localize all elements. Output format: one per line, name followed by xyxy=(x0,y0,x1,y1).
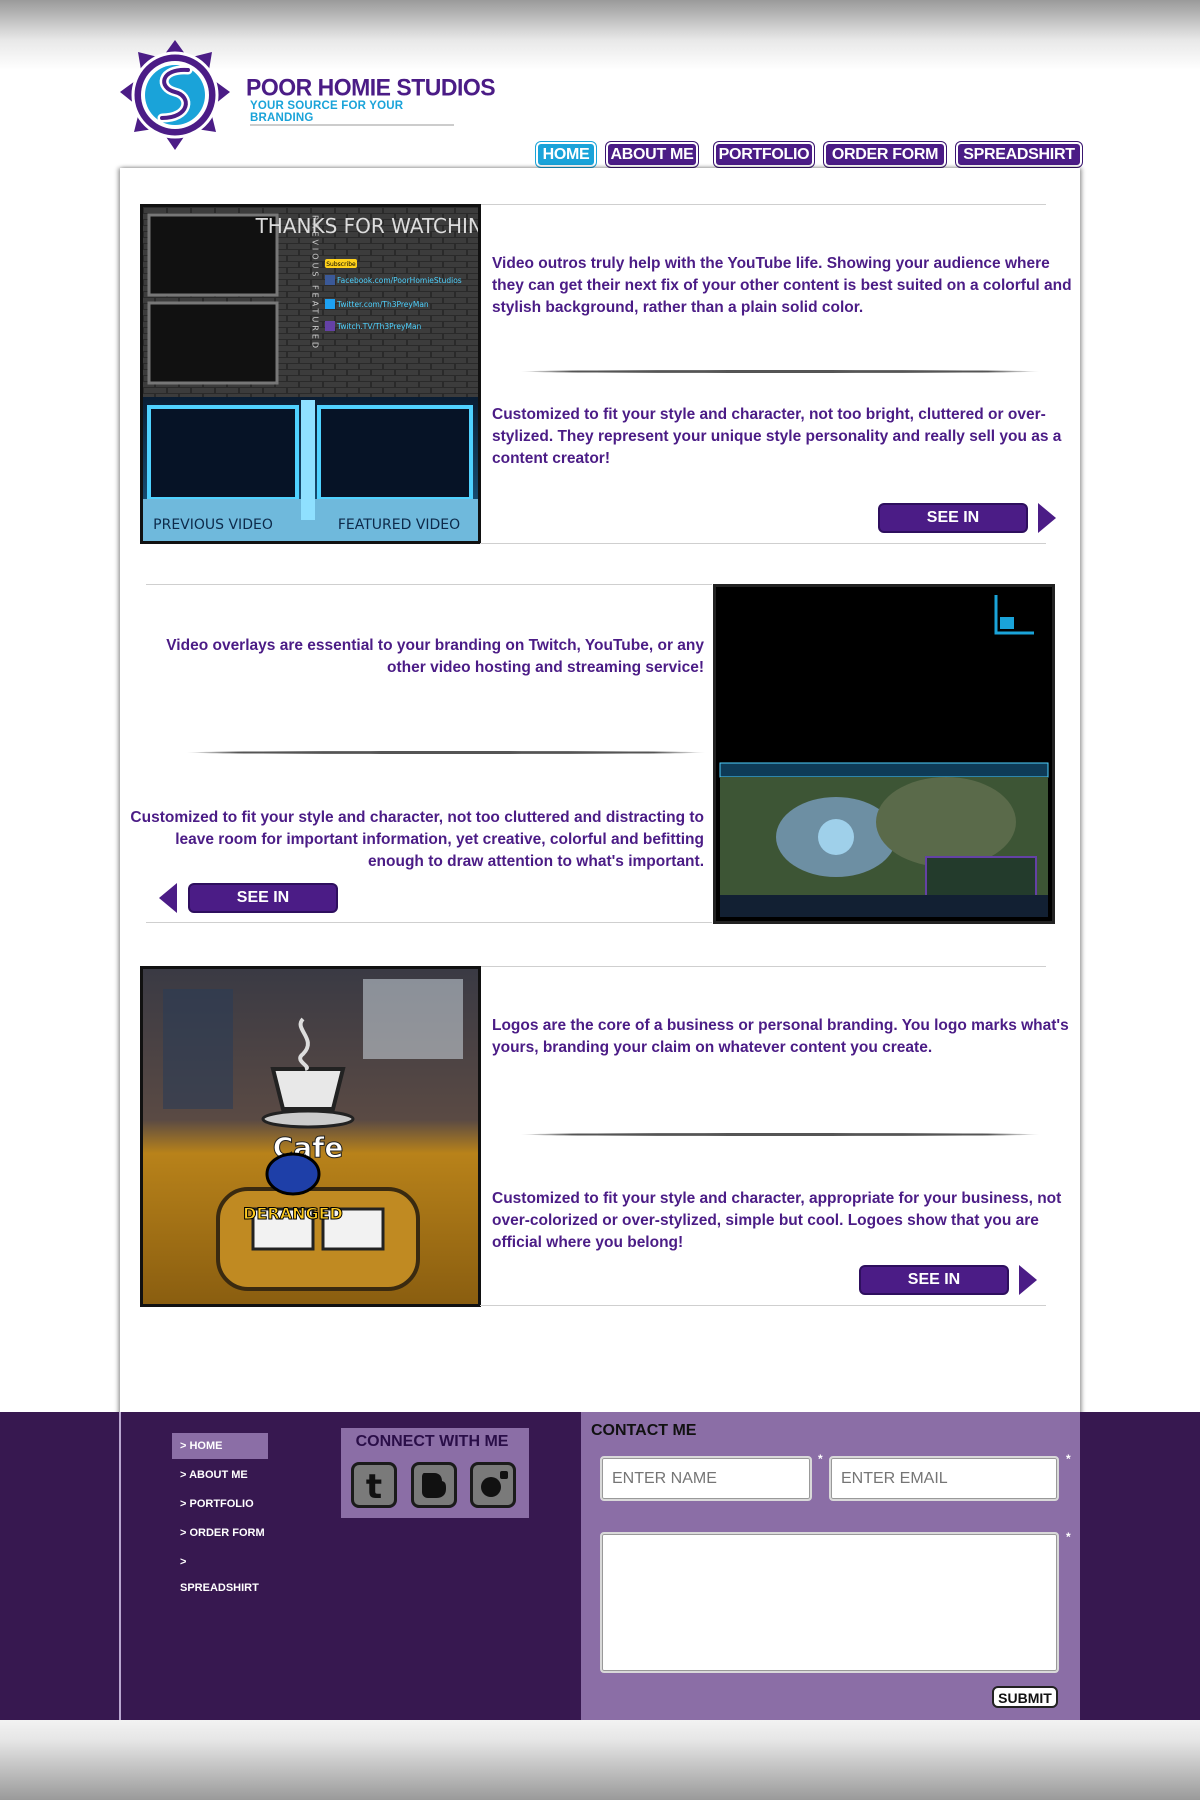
nav-home[interactable]: HOME xyxy=(536,142,596,167)
logos-description: Logos are the core of a business or pers… xyxy=(492,1017,1069,1056)
overlays-description: Video overlays are essential to your bra… xyxy=(166,637,704,676)
submit-button[interactable]: SUBMIT xyxy=(992,1686,1058,1708)
nav-portfolio[interactable]: PORTFOLIO xyxy=(714,142,814,167)
outro-previous-text: PREVIOUS VIDEO xyxy=(153,517,273,533)
deranged-logo-text: DERANGED xyxy=(243,1204,343,1223)
section-divider xyxy=(520,370,1040,373)
footer-nav-portfolio[interactable]: > PORTFOLIO xyxy=(172,1491,268,1517)
outro-twitter-text: Twitter.com/Th3PreyMan xyxy=(336,300,429,309)
nav-about-me[interactable]: ABOUT ME xyxy=(606,142,698,167)
required-marker: * xyxy=(1066,1452,1071,1466)
outro-side-text: PREVIOUS FEATURED xyxy=(311,215,320,351)
outro-preview-image[interactable]: THANKS FOR WATCHING Subscribe Facebook.c… xyxy=(140,204,481,544)
footer-nav-spreadshirt[interactable]: > SPREADSHIRT xyxy=(172,1549,268,1594)
instagram-icon[interactable] xyxy=(470,1462,516,1508)
arrow-right-icon[interactable] xyxy=(1019,1265,1037,1295)
blogger-icon[interactable] xyxy=(411,1462,457,1508)
outros-description: Video outros truly help with the YouTube… xyxy=(492,255,1072,316)
footer-nav-about-me[interactable]: > ABOUT ME xyxy=(172,1462,268,1488)
nav-spreadshirt[interactable]: SPREADSHIRT xyxy=(956,142,1082,167)
name-field[interactable] xyxy=(600,1456,812,1501)
section-divider xyxy=(186,751,706,754)
email-field[interactable] xyxy=(829,1456,1059,1501)
contact-title: CONTACT ME xyxy=(591,1422,697,1439)
section-bottom-rule xyxy=(480,1305,1046,1306)
arrow-right-icon[interactable] xyxy=(1038,503,1056,533)
footer-nav-home[interactable]: > HOME xyxy=(172,1433,268,1459)
section-top-rule xyxy=(480,966,1046,967)
outro-twitch-text: Twitch.TV/Th3PreyMan xyxy=(336,322,422,331)
see-in-portfolio-button[interactable]: SEE IN PORTFOLIO xyxy=(190,885,336,932)
outro-featured-text: FEATURED VIDEO xyxy=(338,517,460,533)
nav-order-form[interactable]: ORDER FORM xyxy=(824,142,946,167)
tumblr-icon[interactable]: t xyxy=(351,1462,397,1508)
see-in-portfolio-button[interactable]: SEE IN PORTFOLIO xyxy=(861,1267,1007,1314)
section-top-rule xyxy=(480,204,1046,205)
section-bottom-rule xyxy=(480,543,1046,544)
overlay-preview-image[interactable] xyxy=(713,584,1055,924)
outro-subscribe-text: Subscribe xyxy=(326,261,356,268)
logos-customization-text: Customized to fit your style and charact… xyxy=(492,1190,1062,1251)
outro-facebook-text: Facebook.com/PoorHomieStudios xyxy=(337,276,462,285)
svg-text:t: t xyxy=(366,1467,382,1505)
arrow-left-icon[interactable] xyxy=(159,883,177,913)
required-marker: * xyxy=(1066,1530,1071,1544)
section-top-rule xyxy=(146,584,712,585)
footer-left-border xyxy=(119,1412,121,1720)
overlays-customization-text: Customized to fit your style and charact… xyxy=(130,809,704,870)
brand-name: POOR HOMIE STUDIOS xyxy=(246,73,496,101)
required-marker: * xyxy=(818,1452,823,1466)
message-field[interactable] xyxy=(600,1532,1059,1673)
outros-customization-text: Customized to fit your style and charact… xyxy=(492,406,1062,467)
see-in-portfolio-button[interactable]: SEE IN PORTFOLIO xyxy=(880,505,1026,552)
brand-tagline: YOUR SOURCE FOR YOUR BRANDING xyxy=(250,100,454,126)
footer-nav-order-form[interactable]: > ORDER FORM xyxy=(172,1520,268,1546)
logo-emblem[interactable] xyxy=(120,40,230,160)
logo-preview-image[interactable]: Cafe DERANGED xyxy=(140,966,481,1307)
outro-title-text: THANKS FOR WATCHING xyxy=(255,214,478,238)
section-bottom-rule xyxy=(146,922,712,923)
section-divider xyxy=(520,1133,1040,1136)
connect-title: CONNECT WITH ME xyxy=(349,1428,515,1456)
